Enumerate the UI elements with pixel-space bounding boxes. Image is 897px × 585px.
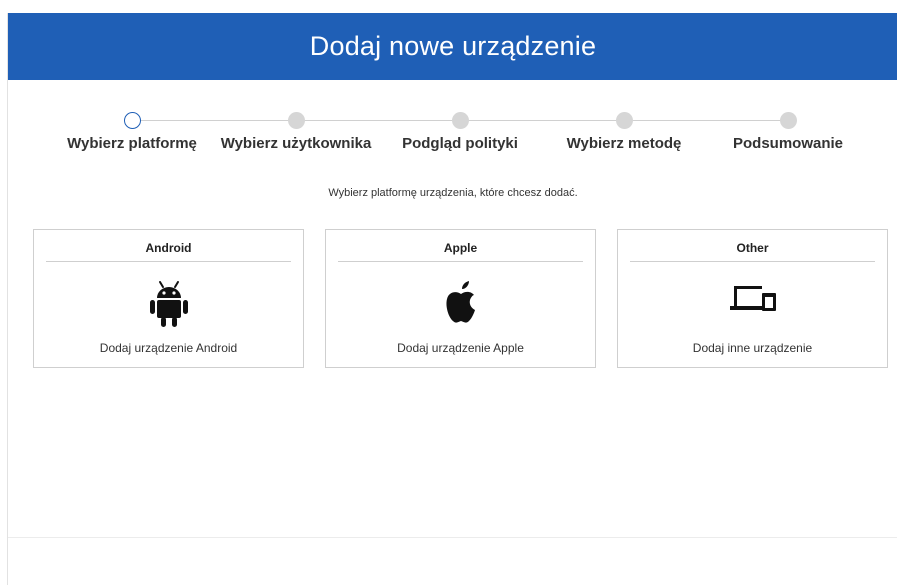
step-choose-platform[interactable]: Wybierz platformę xyxy=(47,108,217,152)
step-choose-user[interactable]: Wybierz użytkownika xyxy=(211,108,381,152)
card-title: Apple xyxy=(338,241,583,262)
page-title: Dodaj nowe urządzenie xyxy=(309,31,597,61)
add-device-wizard: Dodaj nowe urządzenie Wybierz platformę … xyxy=(7,13,897,585)
devices-icon xyxy=(618,280,887,330)
step-label: Wybierz użytkownika xyxy=(220,135,372,152)
step-label: Podsumowanie xyxy=(732,135,844,152)
step-label: Podgląd polityki xyxy=(402,135,518,152)
card-title: Android xyxy=(46,241,291,262)
wizard-stepper: Wybierz platformę Wybierz użytkownika Po… xyxy=(8,108,897,168)
step-indicator xyxy=(287,112,305,129)
android-icon xyxy=(34,280,303,330)
platform-card-android[interactable]: Android Dodaj urządzenie Android xyxy=(33,229,304,368)
step-indicator xyxy=(779,112,797,129)
wizard-header: Dodaj nowe urządzenie xyxy=(8,13,897,80)
footer-divider xyxy=(8,537,897,538)
card-description: Dodaj urządzenie Apple xyxy=(397,341,524,355)
instruction-text: Wybierz platformę urządzenia, które chce… xyxy=(328,187,578,199)
step-choose-method[interactable]: Wybierz metodę xyxy=(539,108,709,152)
card-description: Dodaj inne urządzenie xyxy=(692,341,813,355)
step-indicator xyxy=(451,112,469,129)
card-title: Other xyxy=(630,241,875,262)
step-policy-preview[interactable]: Podgląd polityki xyxy=(375,108,545,152)
platform-card-other[interactable]: Other Dodaj inne urządzenie xyxy=(617,229,888,368)
step-label: Wybierz metodę xyxy=(566,135,682,152)
step-indicator-active xyxy=(123,112,141,129)
step-summary[interactable]: Podsumowanie xyxy=(703,108,873,152)
step-label: Wybierz platformę xyxy=(67,135,197,152)
card-description: Dodaj urządzenie Android xyxy=(99,341,238,355)
step-indicator xyxy=(615,112,633,129)
apple-icon xyxy=(326,280,595,330)
platform-card-apple[interactable]: Apple Dodaj urządzenie Apple xyxy=(325,229,596,368)
